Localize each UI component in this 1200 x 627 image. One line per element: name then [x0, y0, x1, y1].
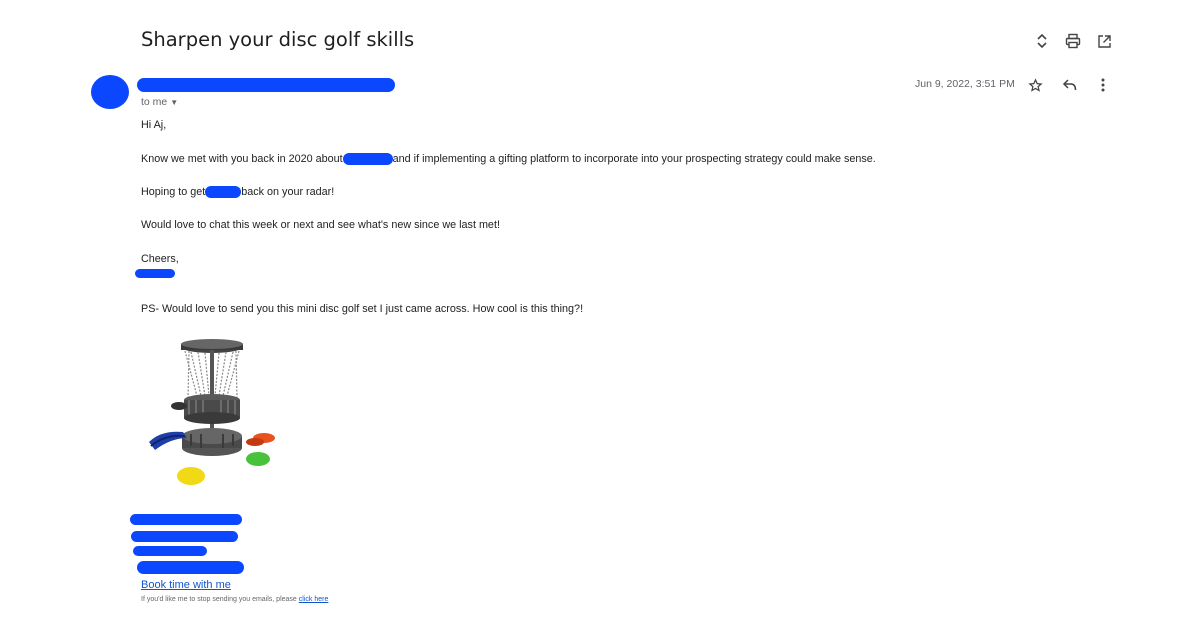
ps-paragraph: PS- Would love to send you this mini dis…	[141, 303, 584, 315]
paragraph-1-start: Know we met with you back in 2020 about	[141, 153, 343, 165]
caret-down-icon: ▼	[170, 97, 179, 107]
redacted-signature-line	[131, 531, 238, 542]
recipient-details-toggle[interactable]: to me ▼	[141, 96, 178, 108]
redacted-company	[342, 153, 393, 166]
star-icon[interactable]	[1025, 75, 1045, 95]
redacted-signature	[135, 269, 175, 278]
book-time-link[interactable]: Book time with me	[141, 579, 231, 591]
reply-icon[interactable]	[1059, 75, 1079, 95]
paragraph-3: Would love to chat this week or next and…	[141, 219, 500, 231]
email-subject: Sharpen your disc golf skills	[141, 28, 415, 51]
disc-golf-set-image	[141, 334, 283, 490]
paragraph-2: Hoping to get back on your radar!	[141, 185, 334, 199]
paragraph-2-start: Hoping to get	[141, 186, 206, 198]
unsubscribe-line: If you'd like me to stop sending you ema…	[141, 596, 328, 603]
email-date: Jun 9, 2022, 3:51 PM	[915, 78, 1015, 90]
redacted-signature-line	[133, 546, 207, 556]
redacted-company	[205, 186, 242, 199]
open-in-new-icon[interactable]	[1094, 31, 1114, 51]
unfold-icon[interactable]	[1032, 31, 1052, 51]
redacted-signature-line	[130, 514, 242, 525]
signoff: Cheers,	[141, 253, 179, 265]
unsubscribe-link[interactable]: click here	[299, 596, 329, 603]
sender-avatar	[91, 75, 129, 109]
redacted-signature-line	[137, 561, 244, 574]
more-vert-icon[interactable]	[1093, 75, 1113, 95]
redacted-sender-name	[137, 78, 395, 92]
unsubscribe-text: If you'd like me to stop sending you ema…	[141, 596, 297, 603]
recipient-label: to me	[141, 96, 168, 108]
print-icon[interactable]	[1063, 31, 1083, 51]
paragraph-1-end: and if implementing a gifting platform t…	[392, 153, 876, 165]
greeting: Hi Aj,	[141, 119, 167, 131]
paragraph-1: Know we met with you back in 2020 about a…	[141, 152, 876, 166]
paragraph-2-end: back on your radar!	[241, 186, 335, 198]
